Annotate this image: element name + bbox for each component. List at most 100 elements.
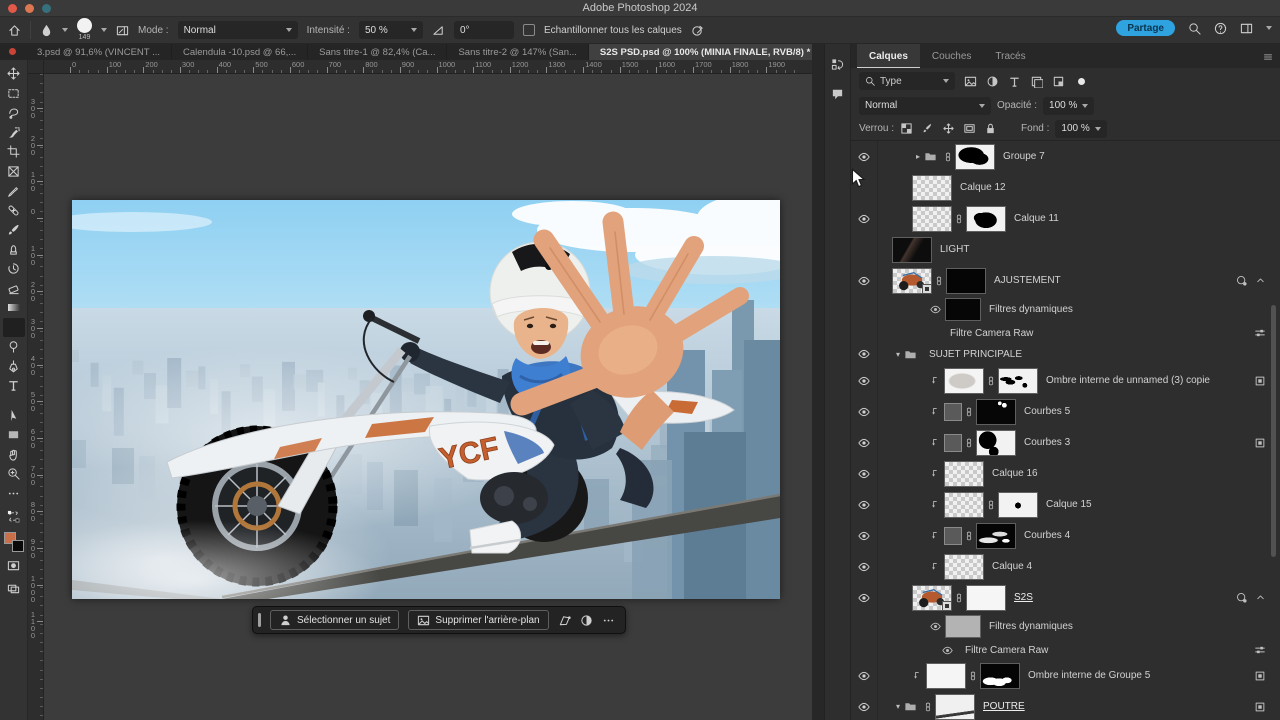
share-button[interactable]: Partage <box>1116 20 1175 36</box>
taskbar-drag-handle[interactable] <box>258 613 261 627</box>
layer-thumbnail[interactable] <box>944 527 962 545</box>
link-icon[interactable] <box>964 531 974 541</box>
background-color-swatch[interactable] <box>12 540 24 552</box>
layer-row[interactable]: ▾SUJET PRINCIPALE <box>851 343 1280 365</box>
tool-eyedropper[interactable] <box>3 181 25 201</box>
link-icon[interactable] <box>934 276 944 286</box>
layer-name[interactable]: Calque 11 <box>1014 213 1059 224</box>
layer-name[interactable]: Calque 4 <box>992 561 1032 572</box>
visibility-toggle[interactable] <box>851 551 878 582</box>
blend-mode-select[interactable]: Normal <box>859 97 991 115</box>
visibility-toggle[interactable] <box>851 365 878 396</box>
layer-row[interactable]: Filtre Camera Raw <box>851 323 1280 343</box>
layer-name[interactable]: Calque 15 <box>1046 499 1092 510</box>
opacity-input[interactable]: 100 % <box>1043 97 1094 115</box>
layer-thumbnail[interactable] <box>912 206 952 232</box>
layer-name[interactable]: Filtre Camera Raw <box>950 328 1033 339</box>
chevron-down-icon[interactable] <box>62 28 68 32</box>
layer-row[interactable]: LIGHT <box>851 234 1280 265</box>
lock-artboard-icon[interactable] <box>963 122 976 135</box>
swap-colors-icon[interactable] <box>3 507 25 527</box>
effects-icon[interactable] <box>1254 701 1266 713</box>
tool-frame[interactable] <box>3 162 25 182</box>
layer-name[interactable]: Filtres dynamiques <box>989 304 1073 315</box>
filter-blending-icon[interactable] <box>1254 327 1266 339</box>
visibility-toggle[interactable] <box>851 203 878 234</box>
layer-row[interactable]: ▾POUTRE <box>851 691 1280 720</box>
minimize-window-button[interactable] <box>25 4 34 13</box>
smart-filter-icon[interactable] <box>1236 592 1248 604</box>
tool-marquee[interactable] <box>3 84 25 104</box>
tool-type[interactable] <box>3 376 25 396</box>
link-icon[interactable] <box>943 152 953 162</box>
document-tab[interactable]: 3.psd @ 91,6% (VINCENT ... <box>26 44 172 60</box>
lock-transparency-icon[interactable] <box>900 122 913 135</box>
layer-name[interactable]: Courbes 4 <box>1024 530 1070 541</box>
layer-mask-thumbnail[interactable] <box>976 523 1016 549</box>
visibility-toggle[interactable] <box>942 645 953 656</box>
lock-paint-icon[interactable] <box>921 122 934 135</box>
document-tab[interactable]: Calendula -10.psd @ 66,... <box>172 44 308 60</box>
smart-filter-icon[interactable] <box>1236 275 1248 287</box>
angle-input[interactable]: 0° <box>454 21 514 39</box>
document-tab[interactable]: Sans titre-1 @ 82,4% (Ca... <box>308 44 447 60</box>
layer-row[interactable]: Calque 4 <box>851 551 1280 582</box>
tool-dodge[interactable] <box>3 337 25 357</box>
layer-mask-thumbnail[interactable] <box>998 368 1038 394</box>
panel-tab-tracés[interactable]: Tracés <box>983 44 1037 68</box>
collapse-chevron-icon[interactable] <box>1255 592 1266 603</box>
smart-object-filter-icon[interactable] <box>1052 75 1065 88</box>
layer-name[interactable]: Ombre interne de unnamed (3) copie <box>1046 375 1210 386</box>
comments-panel-icon[interactable] <box>831 87 844 100</box>
tool-brush[interactable] <box>3 220 25 240</box>
visibility-toggle[interactable] <box>851 265 878 296</box>
visibility-toggle[interactable] <box>851 343 878 365</box>
document-tab[interactable]: S2S PSD.psd @ 100% (MINIA FINALE, RVB/8)… <box>589 44 812 60</box>
visibility-toggle[interactable] <box>930 304 941 315</box>
home-icon[interactable] <box>8 24 21 37</box>
zoom-window-button[interactable] <box>42 4 51 13</box>
layer-mask-thumbnail[interactable] <box>998 492 1038 518</box>
layer-name[interactable]: Ombre interne de Groupe 5 <box>1028 670 1150 681</box>
visibility-toggle[interactable] <box>851 691 878 720</box>
tool-move[interactable] <box>3 64 25 84</box>
workspace-icon[interactable] <box>1240 22 1253 35</box>
screenmode-icon[interactable] <box>3 579 25 599</box>
lock-position-icon[interactable] <box>942 122 955 135</box>
layer-thumbnail[interactable] <box>926 663 966 689</box>
vertical-ruler[interactable]: 3 0 02 0 01 0 001 0 02 0 03 0 04 0 05 0 … <box>28 74 44 720</box>
expand-arrow[interactable]: ▾ <box>892 350 904 359</box>
panel-tab-calques[interactable]: Calques <box>857 44 920 68</box>
tool-blur[interactable] <box>3 318 25 338</box>
layer-name[interactable]: LIGHT <box>940 244 969 255</box>
layer-mask-thumbnail[interactable] <box>966 585 1006 611</box>
layer-thumbnail[interactable] <box>944 368 984 394</box>
blur-tool-preset-icon[interactable] <box>40 24 53 37</box>
layer-row[interactable]: AJUSTEMENT <box>851 265 1280 296</box>
tool-gradient[interactable] <box>3 298 25 318</box>
adjustment-layer-filter-icon[interactable] <box>986 75 999 88</box>
layer-row[interactable]: Courbes 4 <box>851 520 1280 551</box>
layer-row[interactable]: Courbes 5 <box>851 396 1280 427</box>
document-tab[interactable]: Sans titre-2 @ 147% (San... <box>447 44 588 60</box>
layer-row[interactable]: S2S <box>851 582 1280 613</box>
brush-settings-toggle-icon[interactable] <box>116 24 129 37</box>
visibility-toggle[interactable] <box>851 458 878 489</box>
effects-icon[interactable] <box>1254 375 1266 387</box>
layer-name[interactable]: AJUSTEMENT <box>994 275 1061 286</box>
tool-path-selection[interactable] <box>3 406 25 426</box>
quickmask-icon[interactable] <box>3 556 25 576</box>
panel-menu-icon[interactable] <box>1263 52 1273 62</box>
expand-arrow[interactable]: ▸ <box>912 152 924 161</box>
layer-mask-thumbnail[interactable] <box>935 694 975 720</box>
layer-thumbnail[interactable] <box>945 298 981 321</box>
layer-mask-thumbnail[interactable] <box>976 399 1016 425</box>
chevron-down-icon[interactable] <box>101 28 107 32</box>
visibility-toggle[interactable] <box>851 489 878 520</box>
layer-mask-thumbnail[interactable] <box>946 268 986 294</box>
layer-thumbnail[interactable] <box>892 268 932 294</box>
effects-icon[interactable] <box>1254 670 1266 682</box>
tool-crop[interactable] <box>3 142 25 162</box>
shape-layer-filter-icon[interactable] <box>1030 75 1043 88</box>
link-icon[interactable] <box>986 500 996 510</box>
